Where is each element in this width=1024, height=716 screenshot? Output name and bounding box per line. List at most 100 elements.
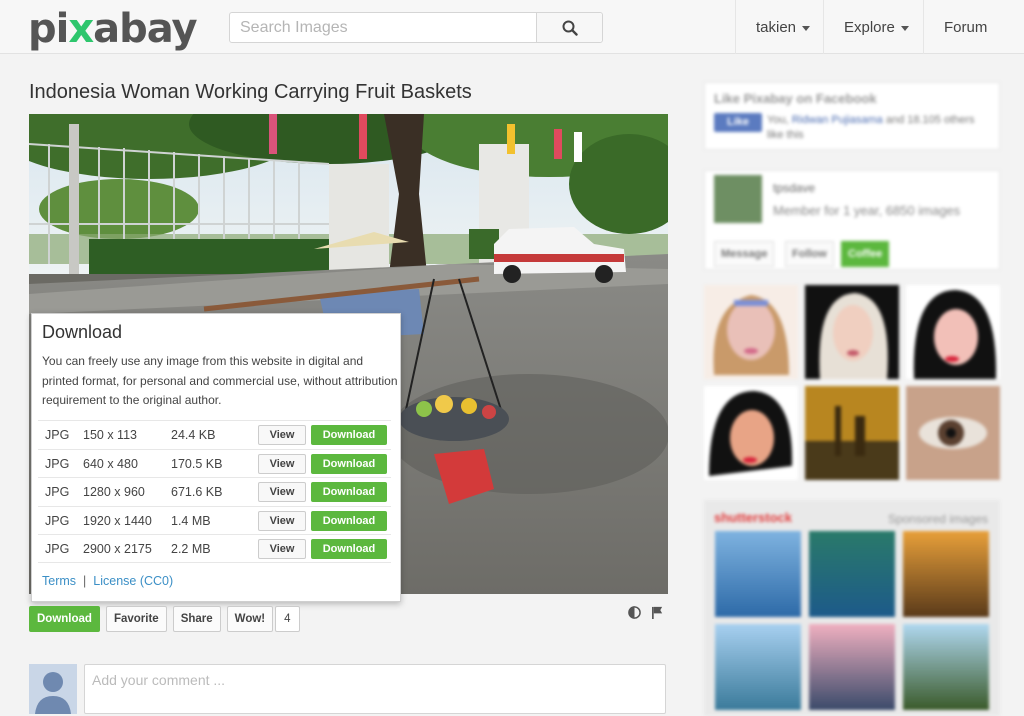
top-header: pixabay takien Explore Forum [0,0,1024,54]
file-type: JPG [45,485,70,499]
thumbnail-image[interactable] [704,386,798,480]
thumbnail-image[interactable] [805,285,899,379]
table-row: JPG 640 x 480 170.5 KB View Download [38,448,391,478]
search-bar [229,12,603,43]
facebook-like-box: Like Pixabay on Facebook Like You, Ridwa… [704,82,1000,150]
file-size: 2.2 MB [171,542,211,556]
view-button[interactable]: View [258,510,306,531]
landscape-thumbnail [805,386,899,480]
facebook-text-prefix: You, [767,114,792,126]
nav-user-menu[interactable]: takien [735,0,823,54]
contrast-icon[interactable] [628,606,641,619]
message-button[interactable]: Message [714,241,775,267]
wow-button[interactable]: Wow! [226,606,274,632]
sponsored-images-box: shutterstock Sponsored images [704,500,1000,716]
file-dimensions: 640 x 480 [83,456,138,471]
facebook-friend-name[interactable]: Ridwan Pujiasama [792,114,883,126]
view-button[interactable]: View [258,482,306,502]
image-tools [628,606,664,619]
view-button[interactable]: View [258,425,306,445]
portrait-thumbnail [704,285,798,379]
coffee-button[interactable]: Coffee [841,241,890,267]
page-title: Indonesia Woman Working Carrying Fruit B… [29,81,472,103]
search-button[interactable] [536,13,602,42]
author-images-grid [704,285,1000,485]
download-button[interactable]: Download [311,510,387,531]
nav-explore-menu[interactable]: Explore [823,0,923,54]
sponsor-brand[interactable]: shutterstock [714,510,792,525]
comment-avatar [29,664,77,714]
thumbnail-image[interactable] [805,386,899,480]
pixabay-logo[interactable]: pixabay [28,6,198,52]
file-size: 1.4 MB [171,513,211,528]
facebook-like-button[interactable]: Like [714,113,762,132]
sponsored-thumbnail[interactable] [715,624,801,710]
share-button[interactable]: Share [172,606,221,632]
author-avatar[interactable] [714,175,762,223]
file-type: JPG [45,456,70,471]
follow-button[interactable]: Follow [785,241,834,267]
comment-input[interactable]: Add your comment ... [84,664,666,714]
flag-icon[interactable] [651,606,664,619]
nav-forum-link[interactable]: Forum [923,0,1024,54]
author-member-info: Member for 1 year, 6850 images [773,203,961,218]
sponsored-thumbnail[interactable] [809,531,895,617]
file-type: JPG [45,513,70,528]
search-input[interactable] [230,13,536,42]
download-button[interactable]: Download [311,539,387,559]
download-main-button[interactable]: Download [29,606,100,632]
logo-text-x: x [68,6,94,52]
logo-text-end: abay [93,6,197,52]
download-popup: Download You can freely use any image fr… [31,313,401,602]
table-row: JPG 1280 x 960 671.6 KB View Download [38,477,391,506]
file-type: JPG [45,428,70,442]
thumbnail-image[interactable] [906,285,1000,379]
view-button[interactable]: View [258,539,306,559]
download-button[interactable]: Download [311,425,387,445]
thumbnail-image[interactable] [906,386,1000,480]
image-actions: Download Favorite Share Wow! 4 [29,606,300,632]
portrait-thumbnail [704,386,798,480]
download-popup-title: Download [42,322,123,342]
download-button[interactable]: Download [311,453,387,474]
favorite-button[interactable]: Favorite [105,606,167,632]
logo-text-start: pi [28,6,69,52]
eye-thumbnail [906,386,1000,480]
nav-user-label: takien [756,18,797,36]
file-type: JPG [45,542,70,556]
file-dimensions: 1920 x 1440 [83,513,152,528]
chevron-down-icon [802,25,811,31]
download-button[interactable]: Download [311,482,387,502]
file-size: 24.4 KB [171,428,216,442]
link-separator: | [83,574,87,588]
portrait-thumbnail [805,285,899,379]
nav-forum-label: Forum [944,18,988,36]
facebook-social-text: You, Ridwan Pujiasama and 18.105 others … [767,113,992,143]
user-silhouette-icon [29,664,77,714]
sponsor-label: Sponsored images [887,512,988,526]
terms-link[interactable]: Terms [42,574,76,588]
wow-count: 4 [275,606,300,632]
view-button[interactable]: View [258,453,306,474]
sponsored-thumbnail[interactable] [715,531,801,617]
download-size-table: JPG 150 x 113 24.4 KB View Download JPG … [38,420,391,563]
download-footer-links: Terms | License (CC0) [42,574,173,588]
sponsored-thumbnail[interactable] [903,624,989,710]
facebook-box-title: Like Pixabay on Facebook [714,91,877,106]
file-size: 170.5 KB [171,456,223,471]
download-license-text: You can freely use any image from this w… [42,354,398,407]
license-link[interactable]: License (CC0) [93,574,173,588]
file-size: 671.6 KB [171,485,223,499]
author-card: tpsdave Member for 1 year, 6850 images M… [704,170,1000,270]
chevron-down-icon [900,25,909,31]
thumbnail-image[interactable] [704,285,798,379]
author-name[interactable]: tpsdave [773,181,815,195]
sponsored-thumbnail[interactable] [809,624,895,710]
file-dimensions: 1280 x 960 [83,485,145,499]
nav-explore-label: Explore [844,18,895,36]
portrait-thumbnail [906,285,1000,379]
sponsored-thumbnail[interactable] [903,531,989,617]
search-icon [562,20,578,36]
file-dimensions: 150 x 113 [83,428,137,442]
file-dimensions: 2900 x 2175 [83,542,152,556]
